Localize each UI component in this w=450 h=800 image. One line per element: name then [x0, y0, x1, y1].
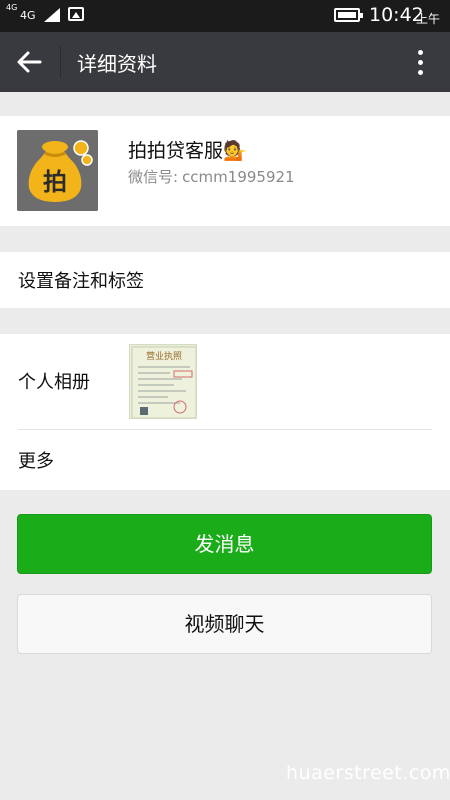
more-label: 更多	[18, 451, 54, 472]
album-more-section: 个人相册 营业执照 更多	[0, 334, 450, 490]
signal-small-label: 4G	[6, 3, 18, 12]
avatar-logo-glyph: 拍	[43, 168, 67, 196]
avatar[interactable]: 拍	[17, 130, 98, 211]
watermark-text: huaerstreet.com	[286, 762, 450, 784]
clock-ampm: 上午	[416, 12, 441, 26]
nickname: 拍拍贷客服💁	[128, 136, 247, 163]
person-tipping-hand-emoji-icon: 💁	[223, 140, 247, 162]
more-row[interactable]: 更多	[0, 430, 450, 490]
album-thumbnail[interactable]: 营业执照	[129, 344, 197, 419]
battery-icon	[334, 8, 363, 22]
title-divider	[60, 46, 61, 78]
wechat-id-label: 微信号:	[128, 168, 179, 186]
wechat-id-value: ccmm1995921	[182, 168, 295, 186]
license-title: 营业执照	[146, 350, 182, 362]
network-type-label: 4G	[20, 9, 36, 22]
send-message-button[interactable]: 发消息	[17, 514, 432, 574]
profile-card: 拍 拍拍贷客服💁 微信号: ccmm1995921	[0, 116, 450, 226]
nickname-text: 拍拍贷客服	[128, 140, 224, 162]
business-license-image: 营业执照	[131, 346, 196, 418]
video-call-button[interactable]: 视频聊天	[17, 594, 432, 654]
back-arrow-icon[interactable]	[14, 48, 44, 76]
wechat-id: 微信号: ccmm1995921	[128, 166, 295, 187]
remark-tags-label: 设置备注和标签	[18, 271, 144, 292]
signal-bars-icon	[44, 8, 60, 22]
remark-tags-row[interactable]: 设置备注和标签	[0, 252, 450, 308]
status-bar: 4G 4G 10:42 上午	[0, 0, 450, 32]
personal-album-label: 个人相册	[18, 372, 90, 393]
page-title: 详细资料	[77, 52, 157, 76]
personal-album-row[interactable]: 个人相册 营业执照	[0, 334, 450, 429]
more-options-icon[interactable]	[405, 46, 435, 78]
money-bag-logo-icon: 拍	[17, 130, 98, 211]
image-notification-icon	[68, 7, 84, 21]
title-bar: 详细资料	[0, 32, 450, 92]
